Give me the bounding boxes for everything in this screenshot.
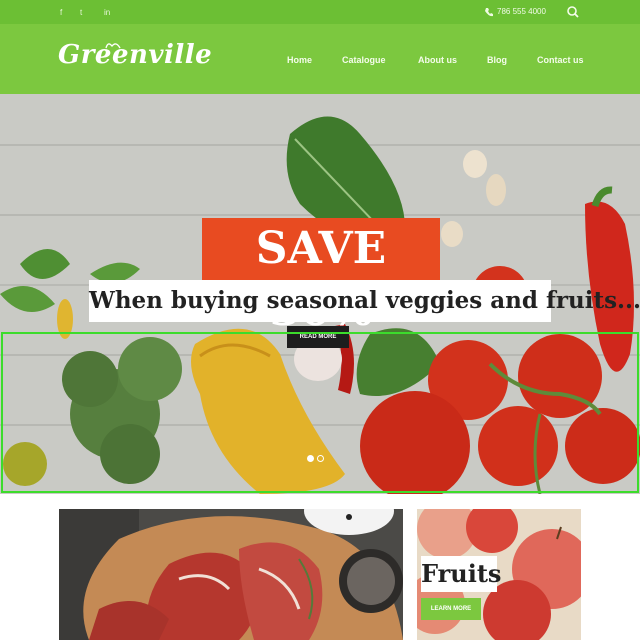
linkedin-icon[interactable]: in: [104, 8, 110, 17]
phone-number[interactable]: 786 555 4000: [497, 7, 546, 16]
search-icon[interactable]: [565, 4, 581, 20]
read-more-button[interactable]: READ MORE: [287, 326, 349, 348]
twitter-icon[interactable]: t: [80, 8, 82, 17]
hero-subtitle: When buying seasonal veggies and fruits.…: [89, 280, 640, 322]
meat-image: [59, 509, 403, 640]
fruits-card-title: Fruits: [421, 556, 501, 592]
hero-headline: SAVE 30%: [202, 218, 440, 336]
nav-item-blog[interactable]: Blog: [487, 55, 507, 65]
phone-icon: [485, 8, 493, 17]
slider-dot-1[interactable]: [307, 455, 314, 462]
slider-pagination: [307, 449, 327, 467]
learn-more-button[interactable]: LEARN MORE: [421, 598, 481, 620]
logo-leaf-icon: [105, 43, 121, 49]
top-bar: f t in 786 555 4000: [0, 0, 640, 24]
slider-dot-2[interactable]: [317, 455, 324, 462]
facebook-icon[interactable]: f: [60, 8, 62, 17]
nav-item-contact-us[interactable]: Contact us: [537, 55, 584, 65]
nav-item-home[interactable]: Home: [287, 55, 312, 65]
site-logo[interactable]: Greenville: [58, 40, 212, 70]
nav-item-catalogue[interactable]: Catalogue: [342, 55, 386, 65]
meat-promo-card[interactable]: [59, 509, 403, 640]
nav-item-about-us[interactable]: About us: [418, 55, 457, 65]
